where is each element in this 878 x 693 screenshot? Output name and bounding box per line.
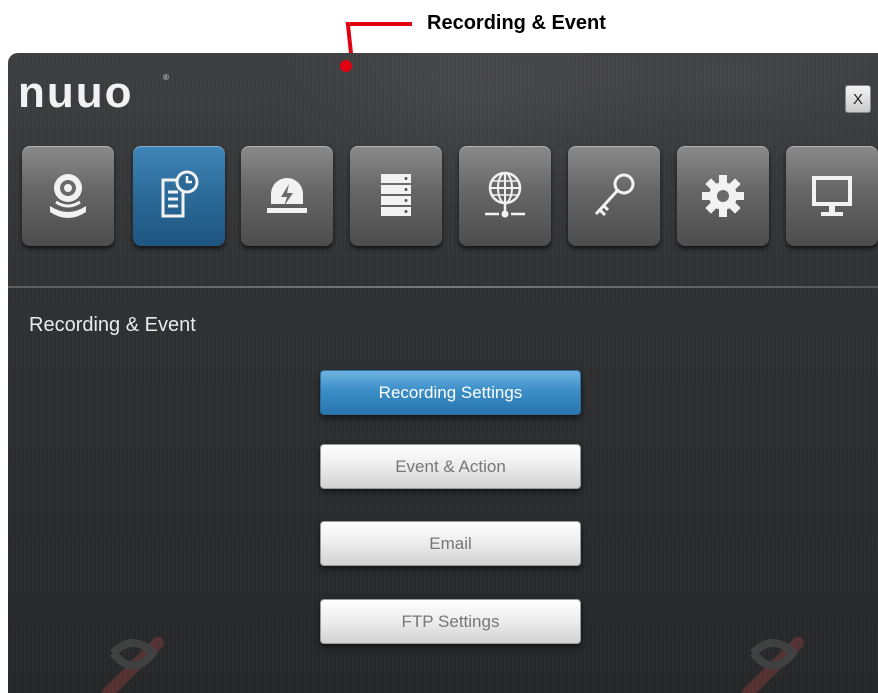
- ftp-settings-button[interactable]: FTP Settings: [320, 599, 581, 644]
- nuuo-logo: nuuo: [18, 68, 134, 117]
- close-button[interactable]: X: [845, 85, 871, 113]
- callout-line: [350, 22, 412, 26]
- monitor-icon: [812, 176, 852, 216]
- registered-mark: ®: [163, 73, 169, 82]
- gear-icon: [702, 175, 744, 217]
- tile-network[interactable]: [459, 146, 551, 246]
- network-icon: [485, 171, 525, 218]
- event-action-button[interactable]: Event & Action: [320, 444, 581, 489]
- section-title: Recording & Event: [29, 314, 196, 336]
- tile-settings[interactable]: [677, 146, 769, 246]
- decorative-link-icon: [742, 637, 804, 693]
- settings-window: nuuo ® X Recording & Event Recording Set…: [8, 53, 878, 693]
- recording-settings-button[interactable]: Recording Settings: [320, 370, 581, 415]
- storage-icon: [381, 174, 411, 216]
- tile-key[interactable]: [568, 146, 660, 246]
- alarm-icon: [267, 178, 307, 213]
- tile-display[interactable]: [786, 146, 878, 246]
- tile-recording-event[interactable]: [133, 146, 225, 246]
- key-icon: [594, 173, 635, 217]
- callout-label: Recording & Event: [427, 12, 606, 34]
- divider: [8, 286, 878, 288]
- tile-camera[interactable]: [22, 146, 114, 246]
- recording-schedule-icon: [161, 170, 199, 218]
- email-button[interactable]: Email: [320, 521, 581, 566]
- callout-dot: [340, 60, 352, 72]
- decorative-link-icon: [102, 637, 164, 693]
- camera-icon: [50, 174, 86, 218]
- tile-storage[interactable]: [350, 146, 442, 246]
- tile-alarm[interactable]: [241, 146, 333, 246]
